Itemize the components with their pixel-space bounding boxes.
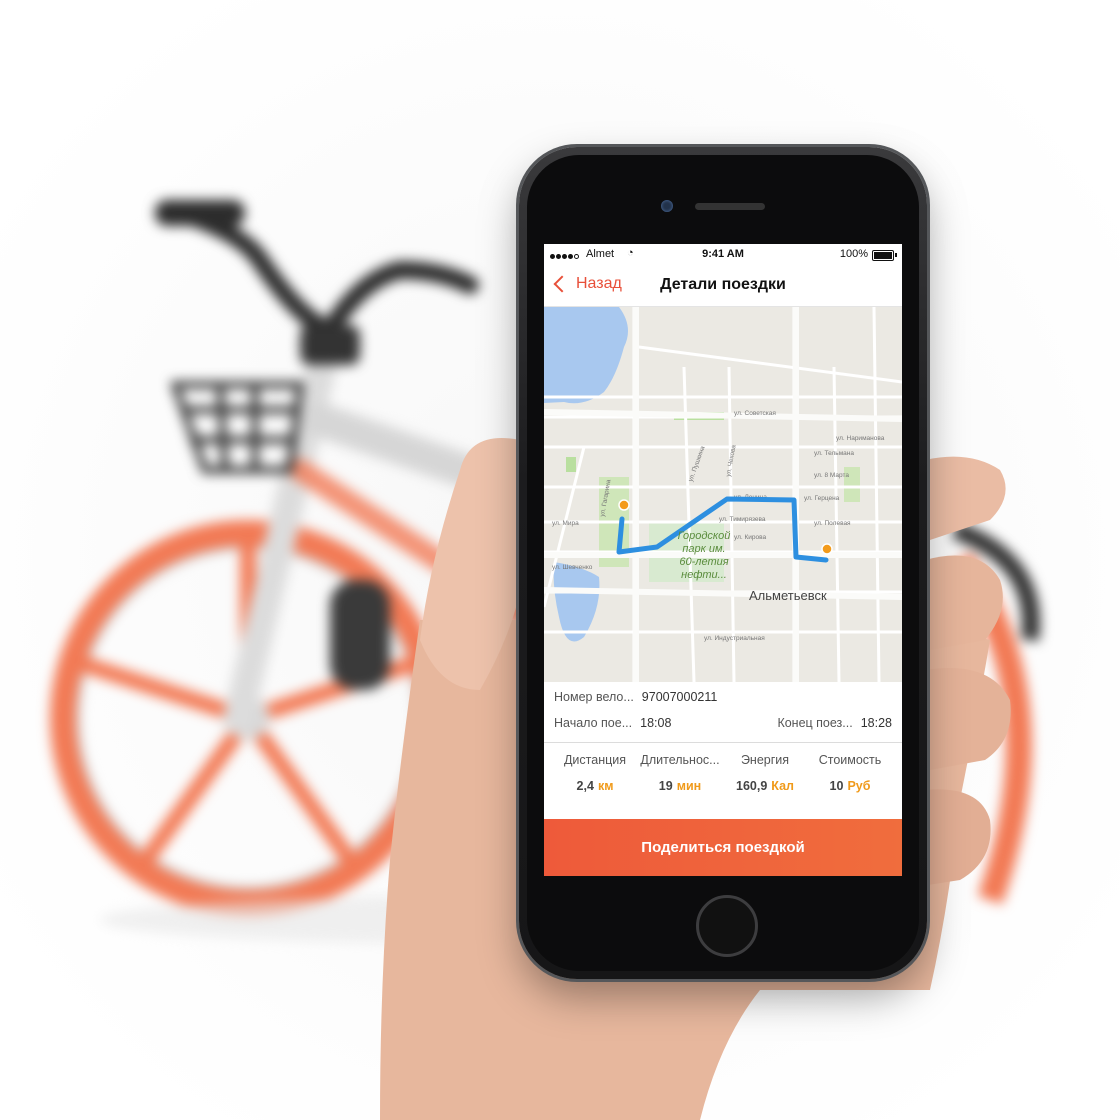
street-label: ул. 8 Марта [814,472,849,479]
park-label: парк им. [682,543,725,555]
stat-energy: Энергия 160,9 Кал [722,753,808,793]
street-label: ул. Индустриальная [704,635,765,642]
earpiece-speaker [695,203,765,210]
start-time-value: 18:08 [640,716,672,730]
end-time-value: 18:28 [860,716,892,730]
stat-number: 19 [658,779,673,793]
street-label: ул. Кирова [734,534,767,541]
stat-unit: мин [676,779,702,793]
street-label: ул. Герцена [804,495,840,502]
stat-number: 160,9 [736,779,768,793]
stat-label: Дистанция [563,753,627,767]
front-camera [661,200,673,212]
navigation-bar: Назад Детали поездки [544,266,902,307]
city-label: Альметьевск [749,588,827,603]
stat-cost: Стоимость 10 Руб [807,753,893,793]
battery-tip [895,253,897,257]
stat-value: 2,4 км [552,779,638,793]
park-label: нефти... [681,569,727,581]
stat-unit: Руб [847,779,871,793]
ride-time-row: Начало пое... 18:08 Конец поез... 18:28 [554,716,892,736]
end-marker-icon [821,543,833,555]
bike-number-label: Номер вело... [554,690,634,704]
stat-unit: км [597,779,614,793]
stat-number: 10 [829,779,844,793]
start-time-label: Начало пое... [554,716,633,730]
status-bar: Almet ◔ 9:41 AM 100% [544,244,902,266]
ride-stats: Дистанция 2,4 км Длительнос... 19 мин Энер… [544,742,902,817]
stat-duration: Длительнос... 19 мин [637,753,723,793]
stat-value: 10 Руб [807,779,893,793]
street-label: ул. Советская [734,410,776,417]
bike-number-value: 97007000211 [641,690,718,704]
park-area [566,457,576,472]
ride-info: Номер вело... 97007000211 Начало пое... 18… [544,682,902,742]
street-label: ул. Мира [552,520,579,527]
stat-number: 2,4 [576,779,594,793]
bike-number-row: Номер вело... 97007000211 [554,690,892,710]
battery-percent: 100% [839,248,868,260]
stat-unit: Кал [771,779,794,793]
share-ride-button[interactable]: Поделиться поездкой [544,819,902,876]
park-label: 60-летия [679,556,728,568]
stat-label: Стоимость [818,753,882,767]
home-button[interactable] [696,895,758,957]
park-label: Городской [678,530,731,542]
stat-value: 19 мин [637,779,723,793]
street-label: ул. Шевченко [552,564,593,571]
street-label: ул. Нариманова [836,435,885,442]
stat-label: Длительнос... [640,753,720,767]
route-map[interactable]: ул. Советская ул. Нариманова ул. Тельман… [544,307,902,682]
stat-label: Энергия [740,753,790,767]
street-label: ул. Полевая [814,520,851,527]
page-title: Детали поездки [660,276,786,293]
start-marker-icon [618,499,630,511]
app-screen: Almet ◔ 9:41 AM 100% Назад Детали поездк… [544,244,902,876]
street-label: ул. Тельмана [814,450,854,457]
stat-value: 160,9 Кал [722,779,808,793]
street-label: ул. Тимирязева [719,516,766,523]
battery-icon [872,250,894,261]
end-time-label: Конец поез... [777,716,853,730]
stat-distance: Дистанция 2,4 км [552,753,638,793]
end-time: Конец поез... 18:28 [777,716,892,730]
